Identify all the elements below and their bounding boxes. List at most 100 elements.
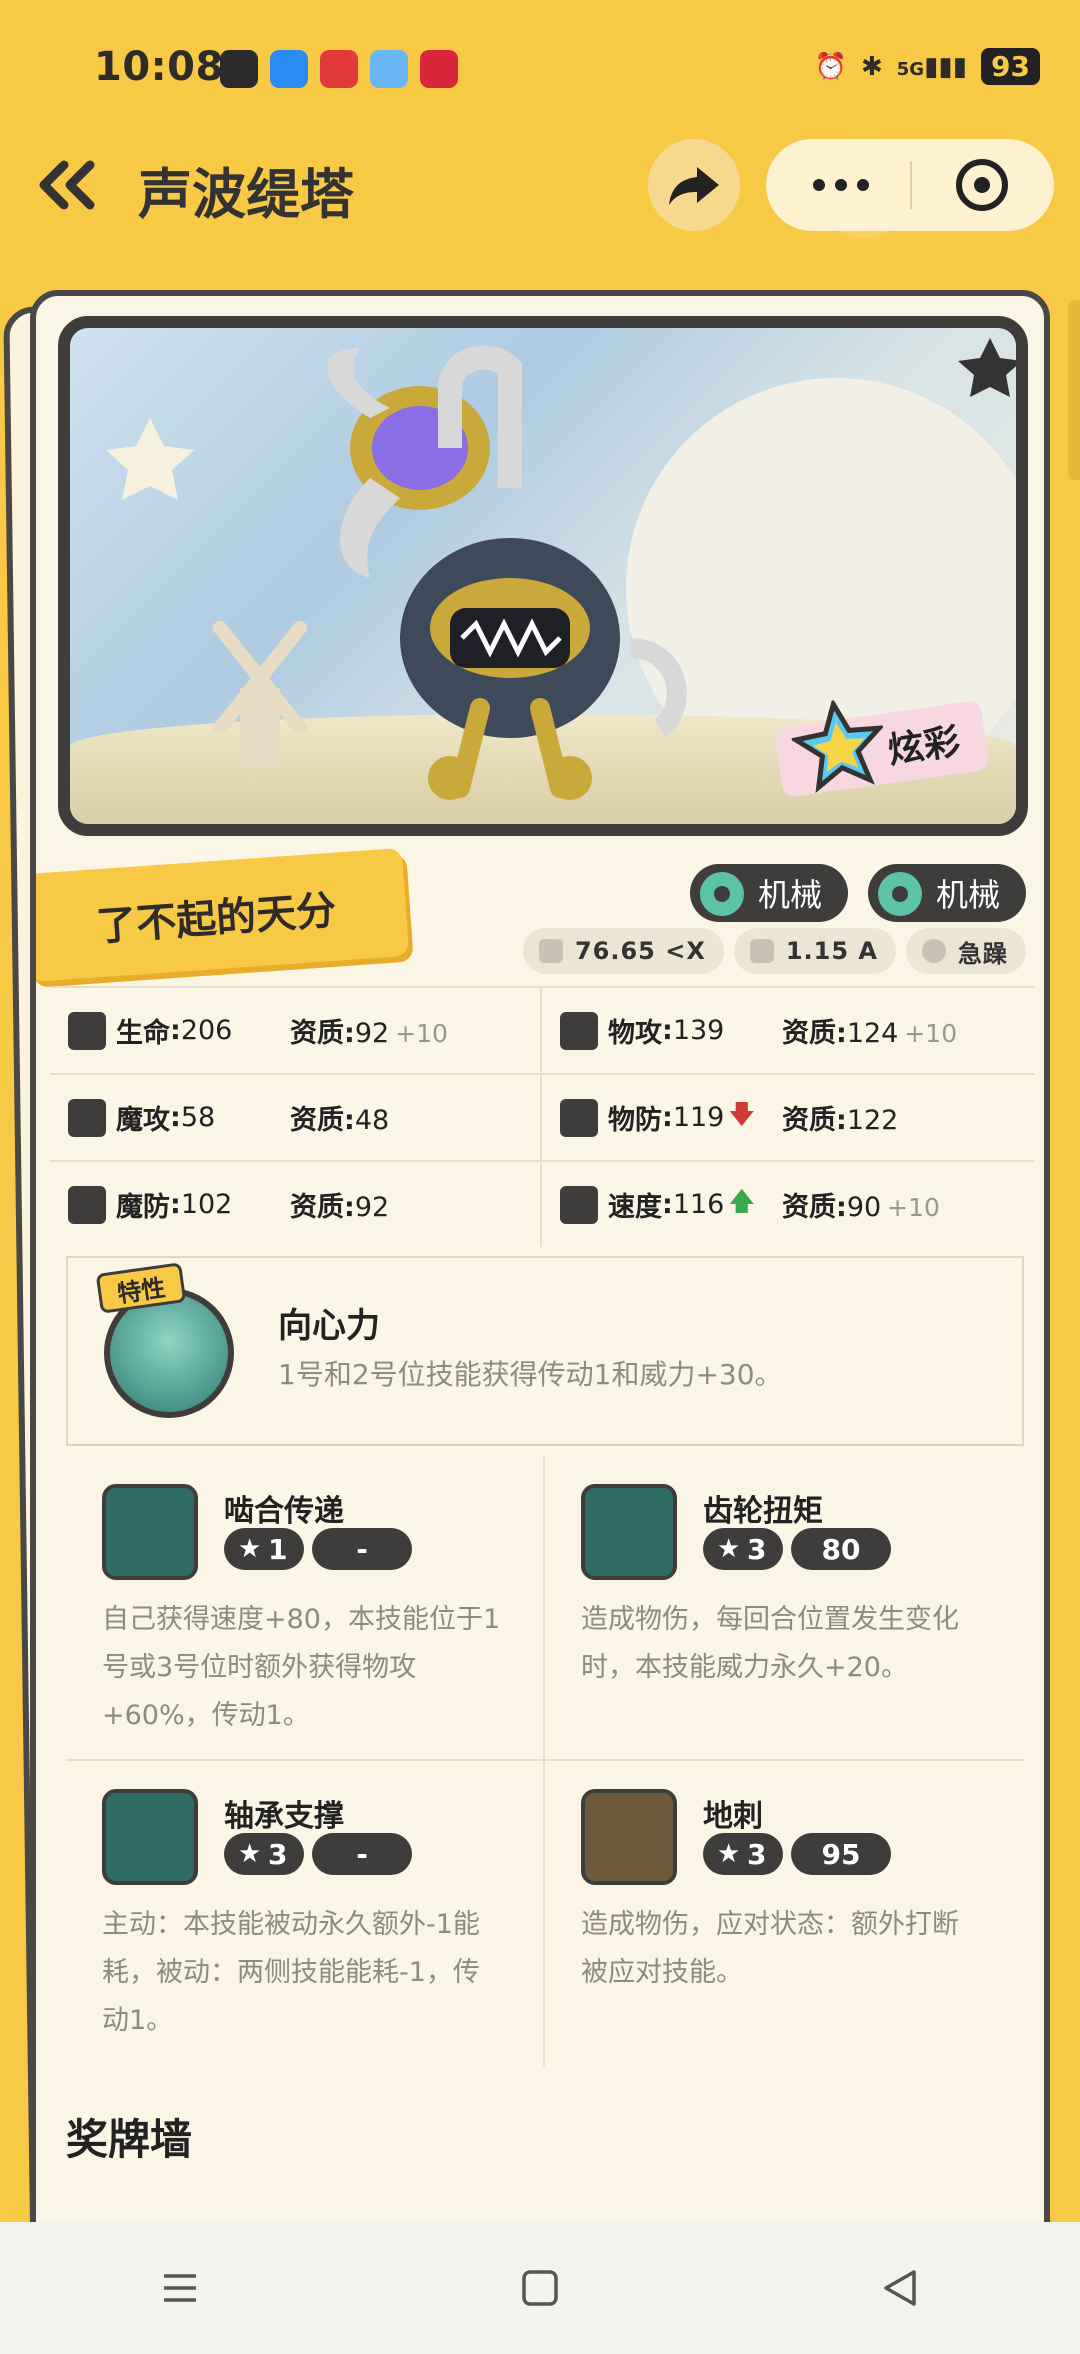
stat-colon: : — [344, 1192, 355, 1223]
stat-colon: : — [170, 1015, 181, 1046]
pet-artwork: 炫彩 — [58, 316, 1028, 836]
double-chevron-left-icon — [39, 160, 95, 210]
stat-row: 魔防:102 资质:92 速度:116 🡅 资质:90 +10 — [50, 1160, 1034, 1247]
skill-power: - — [312, 1833, 412, 1875]
stat-colon: : — [344, 1018, 355, 1049]
skill-cost: 3 — [703, 1528, 783, 1570]
skill-card[interactable]: 地刺 3 95 造成物伤，应对状态：额外打断被应对技能。 — [545, 1761, 1024, 2066]
status-bar: 10:08 ⏰ ✱ 5G▮▮▮ 93 — [0, 0, 1080, 140]
height-value: 1.15 A — [785, 937, 878, 965]
skill-card[interactable]: 啮合传递 1 - 自己获得速度+80，本技能位于1号或3号位时额外获得物攻+60… — [66, 1456, 545, 1761]
network-type: 5G — [896, 58, 925, 80]
arrow-up-icon: 🡅 — [728, 1186, 756, 1217]
aptitude-bonus: +10 — [904, 1019, 958, 1048]
aptitude: 资质:92 +10 — [290, 1011, 448, 1050]
stat-value: 58 — [180, 1102, 216, 1133]
rainbow-star-icon — [789, 698, 886, 794]
aptitude-value: 124 — [846, 1018, 899, 1049]
stat-name: 速度 — [608, 1192, 662, 1223]
dot-icon — [813, 179, 825, 191]
home-square-icon — [522, 2270, 558, 2306]
flair-label: 炫彩 — [885, 721, 963, 772]
aptitude-value: 122 — [846, 1105, 899, 1136]
skill-desc: 自己获得速度+80，本技能位于1号或3号位时额外获得物攻+60%，传动1。 — [102, 1604, 501, 1731]
skill-cost: 3 — [224, 1833, 304, 1875]
pet-card: 炫彩 了不起的天分 机械 机械 76.65 <X 1.15 A 急躁 生命:20… — [30, 290, 1050, 2354]
stat-colon: : — [836, 1105, 847, 1136]
skill-name: 齿轮扭矩 — [703, 1494, 823, 1529]
stats-grid: 生命:206 资质:92 +10 物攻:139 资质:124 +10 魔攻:58 资… — [50, 986, 1034, 1247]
stat-colon: : — [662, 1015, 673, 1046]
aptitude-bonus: +10 — [395, 1019, 448, 1048]
magic-wand-icon — [68, 1098, 106, 1137]
heart-icon — [68, 1011, 106, 1050]
stat-pdef: 物防:119 🡇 资质:122 — [542, 1075, 1034, 1160]
app-notification-icon — [320, 50, 358, 88]
wing-icon — [560, 1185, 598, 1224]
status-time: 10:08 — [94, 44, 224, 90]
menu-icon — [164, 2274, 196, 2302]
page-title: 声波缇塔 — [138, 163, 354, 226]
stat-speed: 速度:116 🡅 资质:90 +10 — [542, 1162, 1034, 1247]
trait-name: 向心力 — [278, 1306, 380, 1346]
stat-mdef: 魔防:102 资质:92 — [50, 1162, 542, 1247]
type-tag[interactable]: 机械 — [689, 864, 848, 922]
home-button[interactable] — [500, 2248, 580, 2328]
close-miniapp-button[interactable] — [956, 159, 1008, 211]
aptitude: 资质:92 — [290, 1185, 389, 1224]
app-notification-icon — [270, 50, 308, 88]
aptitude: 资质:124 +10 — [782, 1011, 957, 1050]
trait-panel[interactable]: 特性 向心力 1号和2号位技能获得传动1和威力+30。 — [66, 1256, 1024, 1446]
ruler-icon — [749, 939, 774, 963]
weight-badge: 76.65 <X — [522, 928, 724, 974]
system-back-button[interactable] — [860, 2248, 940, 2328]
back-button[interactable] — [32, 155, 102, 215]
more-button[interactable] — [806, 167, 876, 203]
section-title-medal-wall: 奖牌墙 — [66, 2115, 193, 2164]
skill-card[interactable]: 齿轮扭矩 3 80 造成物伤，每回合位置发生变化时，本技能威力永久+20。 — [545, 1456, 1024, 1761]
app-notification-icon — [220, 50, 258, 88]
menu-button[interactable] — [140, 2248, 220, 2328]
skill-desc: 造成物伤，应对状态：额外打断被应对技能。 — [581, 1909, 959, 1988]
aptitude-value: 48 — [354, 1105, 390, 1136]
triangle-back-icon — [884, 2270, 916, 2306]
sword-icon — [560, 1011, 598, 1050]
skill-power: 80 — [791, 1528, 891, 1570]
bluetooth-icon: ✱ — [860, 51, 883, 82]
stat-name: 生命 — [116, 1018, 170, 1049]
alarm-icon: ⏰ — [814, 51, 847, 82]
type-label: 机械 — [757, 876, 822, 914]
weather-icon — [370, 50, 408, 88]
target-icon — [974, 177, 990, 193]
aptitude: 资质:122 — [782, 1098, 898, 1137]
nature-badge: 急躁 — [906, 928, 1026, 974]
app-header: 声波缇塔 — [0, 135, 1080, 235]
aptitude-value: 92 — [354, 1018, 390, 1049]
magic-shield-icon — [68, 1185, 106, 1224]
share-button[interactable] — [648, 139, 740, 231]
stat-colon: : — [662, 1102, 673, 1133]
stat-value: 206 — [180, 1015, 233, 1046]
aptitude-label: 资质 — [290, 1192, 344, 1223]
dot-icon — [835, 179, 847, 191]
stat-colon: : — [662, 1189, 673, 1220]
bank-app-icon — [420, 50, 458, 88]
stat-name: 魔攻 — [116, 1105, 170, 1136]
notification-icons — [220, 50, 458, 88]
type-tag[interactable]: 机械 — [867, 864, 1026, 922]
stat-colon: : — [170, 1102, 181, 1133]
side-tab[interactable] — [1068, 300, 1080, 480]
stat-row: 魔攻:58 资质:48 物防:119 🡇 资质:122 — [50, 1073, 1034, 1160]
battery-indicator: 93 — [981, 48, 1040, 85]
stat-colon: : — [170, 1189, 181, 1220]
gear-icon — [877, 872, 922, 916]
skill-card[interactable]: 轴承支撑 3 - 主动：本技能被动永久额外-1能耗，被动：两侧技能能耗-1，传动… — [66, 1761, 545, 2066]
gear-icon — [699, 872, 744, 916]
aptitude-label: 资质 — [290, 1018, 344, 1049]
capsule-divider — [910, 161, 912, 209]
share-arrow-icon — [669, 167, 719, 205]
skill-name: 啮合传递 — [224, 1494, 344, 1529]
aptitude: 资质:48 — [290, 1098, 389, 1137]
skill-cost: 1 — [224, 1528, 304, 1570]
stat-patk: 物攻:139 资质:124 +10 — [542, 988, 1034, 1073]
